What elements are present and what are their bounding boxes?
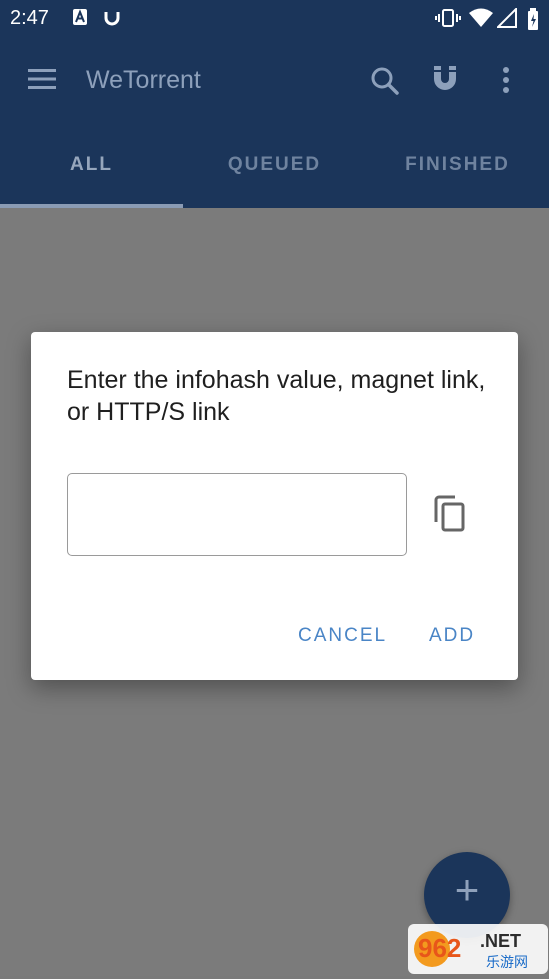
dialog-title: Enter the infohash value, magnet link, o… (67, 366, 486, 426)
tab-bar: ALL QUEUED FINISHED (0, 126, 549, 208)
wifi-icon (469, 8, 493, 27)
paste-clipboard-icon[interactable] (433, 495, 467, 533)
svg-text:.NET: .NET (480, 931, 521, 951)
vibrate-icon (435, 9, 461, 27)
add-link-dialog: Enter the infohash value, magnet link, o… (31, 332, 518, 680)
plus-icon: + (454, 866, 480, 913)
magnet-notification-icon (104, 12, 120, 26)
notification-a-icon (73, 9, 87, 25)
watermark-logo-icon: 962 .NET 乐游网 (408, 924, 548, 974)
battery-icon (528, 8, 538, 30)
status-bar: 2:47 (0, 0, 549, 36)
tab-all[interactable]: ALL (0, 154, 183, 176)
site-watermark-logo: 962 .NET 乐游网 (408, 924, 548, 974)
menu-icon[interactable] (28, 68, 56, 90)
app-title: WeTorrent (86, 66, 201, 94)
app-bar: WeTorrent (0, 36, 549, 126)
cancel-button[interactable]: CANCEL (298, 625, 387, 647)
more-options-icon[interactable] (500, 66, 512, 96)
link-input[interactable] (67, 473, 407, 556)
tab-finished[interactable]: FINISHED (366, 154, 549, 176)
svg-text:962: 962 (418, 933, 461, 963)
signal-icon (497, 8, 517, 28)
svg-text:乐游网: 乐游网 (486, 955, 528, 971)
magnet-icon[interactable] (430, 64, 460, 94)
status-time: 2:47 (10, 7, 49, 29)
search-icon[interactable] (370, 66, 400, 96)
tab-queued[interactable]: QUEUED (183, 154, 366, 176)
add-button[interactable]: ADD (429, 625, 475, 647)
